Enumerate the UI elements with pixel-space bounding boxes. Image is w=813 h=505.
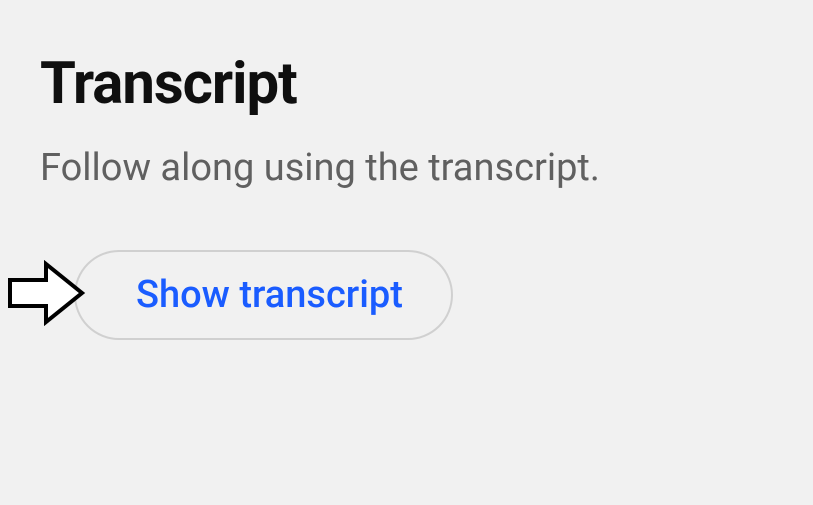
arrow-right-icon <box>8 260 86 330</box>
button-row: Show transcript <box>40 250 773 340</box>
show-transcript-button[interactable]: Show transcript <box>74 250 453 340</box>
transcript-heading: Transcript <box>40 50 773 118</box>
transcript-description: Follow along using the transcript. <box>40 146 773 190</box>
